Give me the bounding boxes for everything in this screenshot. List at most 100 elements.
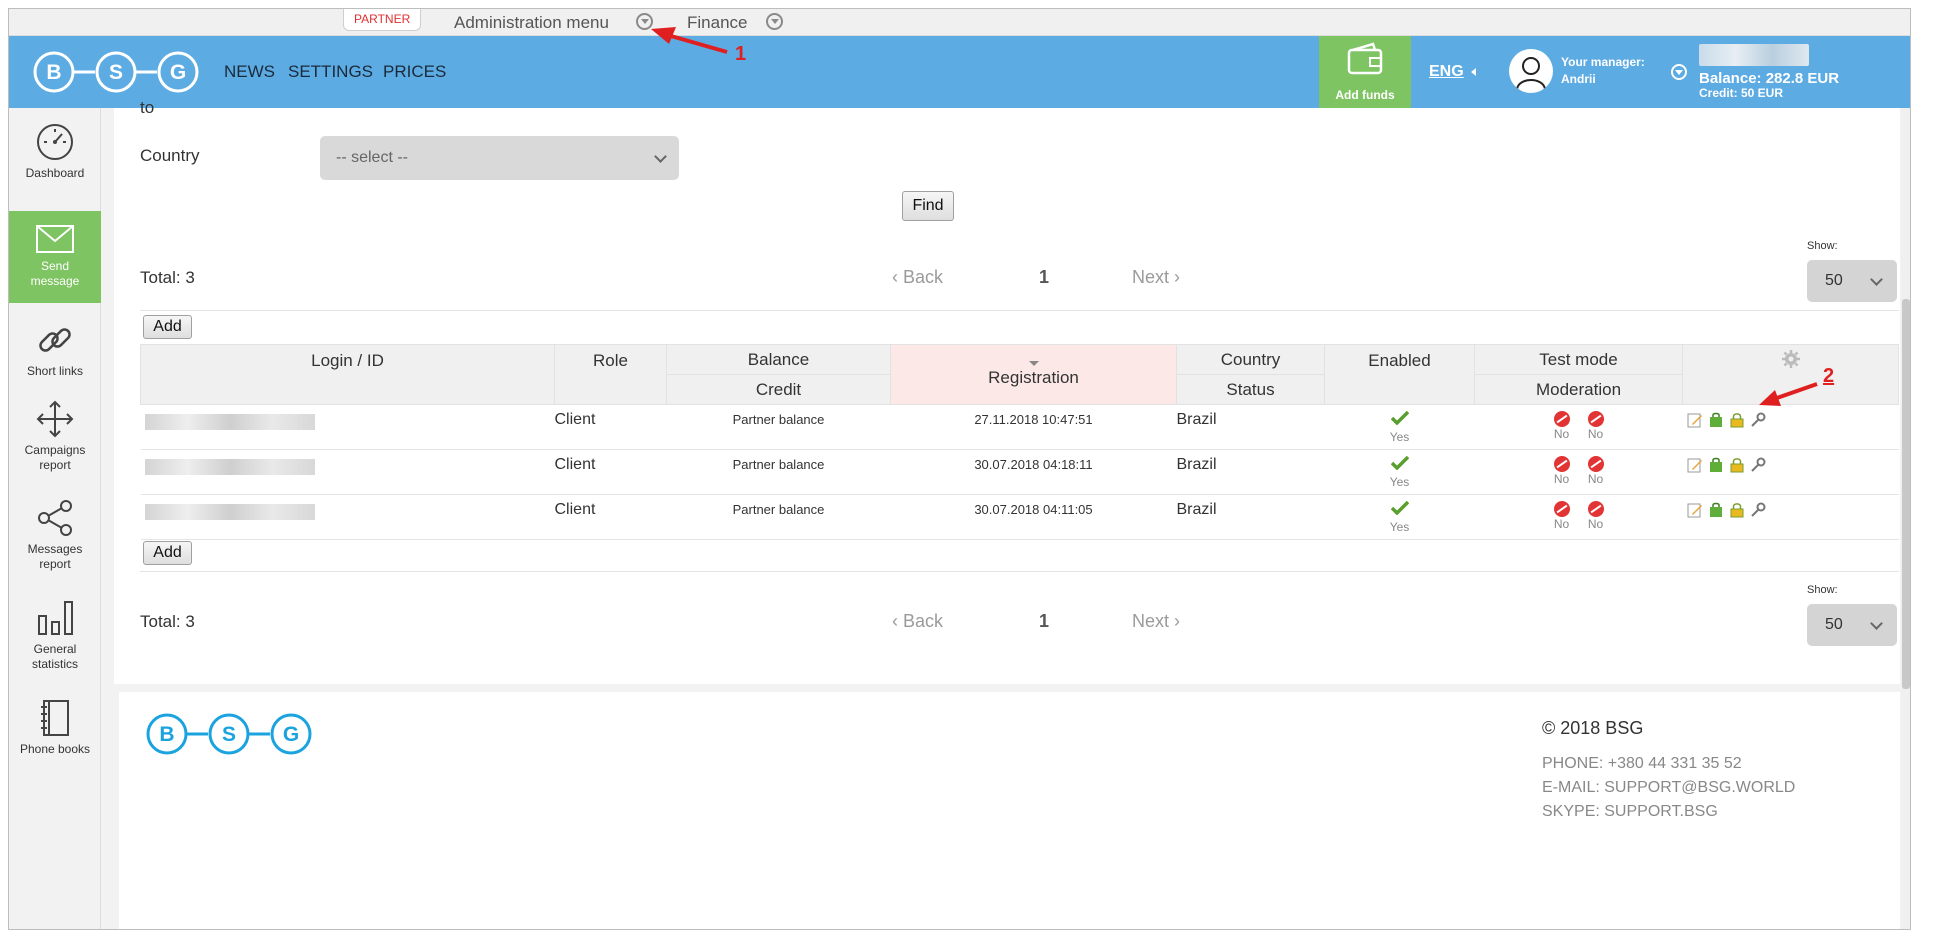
administration-menu-link[interactable]: Administration menu <box>454 9 609 36</box>
test-mode-flag[interactable]: No <box>1545 456 1579 486</box>
col-role[interactable]: Role <box>554 344 667 405</box>
edit-icon[interactable] <box>1687 502 1703 518</box>
chevron-down-icon[interactable] <box>766 13 783 30</box>
cell-test-mode[interactable]: No No <box>1474 449 1683 495</box>
shopping-bag-icon[interactable] <box>1708 502 1724 518</box>
lock-icon[interactable] <box>1729 502 1745 518</box>
pagination-current-page[interactable]: 1 <box>1039 267 1049 288</box>
enabled-value: Yes <box>1389 475 1410 489</box>
table-row[interactable]: Client Partner balance 30.07.2018 04:11:05… <box>140 494 1899 540</box>
check-icon <box>1390 455 1409 471</box>
bar-chart-icon <box>38 601 73 635</box>
moderation-flag[interactable]: No <box>1579 456 1613 486</box>
sidebar-item-campaigns-report[interactable]: Campaigns report <box>9 399 101 479</box>
cell-enabled[interactable]: Yes <box>1324 494 1475 540</box>
col-test-mode[interactable]: Test mode <box>1474 344 1683 375</box>
main-content: to Country -- select -- Find Total: 3 ‹ … <box>114 98 1900 684</box>
bsg-footer-logo[interactable]: B S G <box>146 712 316 756</box>
enabled-value: Yes <box>1389 430 1410 444</box>
key-icon[interactable] <box>1750 457 1766 473</box>
moderation-flag[interactable]: No <box>1579 411 1613 441</box>
nav-settings[interactable]: SETTINGS <box>288 36 373 108</box>
col-enabled[interactable]: Enabled <box>1324 344 1475 405</box>
bsg-logo[interactable]: B S G <box>33 50 203 94</box>
cell-login[interactable] <box>140 494 555 540</box>
shopping-bag-icon[interactable] <box>1708 457 1724 473</box>
footer: B S G © 2018 BSG PHONE: +380 44 331 35 5… <box>119 692 1900 929</box>
add-button-bottom[interactable]: Add <box>143 541 192 565</box>
col-country[interactable]: Country <box>1176 344 1325 375</box>
registration-value: 30.07.2018 04:18:11 <box>974 457 1093 472</box>
cell-test-mode[interactable]: No No <box>1474 494 1683 540</box>
sidebar-item-send-message[interactable]: Send message <box>9 211 101 303</box>
pagination-next[interactable]: Next › <box>1132 611 1180 632</box>
table-row[interactable]: Client Partner balance 27.11.2018 10:47:51… <box>140 404 1899 450</box>
role-value: Client <box>554 501 596 518</box>
nav-prices[interactable]: PRICES <box>383 36 446 108</box>
edit-icon[interactable] <box>1687 457 1703 473</box>
sidebar: Dashboard Send message Short links Campa… <box>9 108 101 929</box>
cell-registration: 27.11.2018 10:47:51 <box>890 404 1177 450</box>
col-credit[interactable]: Credit <box>666 374 891 405</box>
test-mode-value: No <box>1553 517 1570 531</box>
find-button[interactable]: Find <box>902 191 954 221</box>
cell-login[interactable] <box>140 404 555 450</box>
cell-enabled[interactable]: Yes <box>1324 449 1475 495</box>
sidebar-item-short-links[interactable]: Short links <box>9 320 101 390</box>
add-funds-button[interactable]: Add funds <box>1319 36 1411 108</box>
gear-icon[interactable] <box>1781 349 1801 369</box>
sidebar-item-dashboard[interactable]: Dashboard <box>9 122 101 192</box>
lock-icon[interactable] <box>1729 412 1745 428</box>
pagination-current-page[interactable]: 1 <box>1039 611 1049 632</box>
scrollbar-thumb[interactable] <box>1902 299 1910 689</box>
key-icon[interactable] <box>1750 412 1766 428</box>
finance-menu-link[interactable]: Finance <box>687 9 747 36</box>
footer-phone: PHONE: +380 44 331 35 52 <box>1542 755 1742 772</box>
page-size-select[interactable]: 50 <box>1807 604 1897 646</box>
avatar[interactable] <box>1509 49 1553 93</box>
test-mode-flag[interactable]: No <box>1545 411 1579 441</box>
balance-block[interactable]: Balance: 282.8 EUR Credit: 50 EUR <box>1699 44 1839 100</box>
key-icon[interactable] <box>1750 502 1766 518</box>
manager-info: Your manager: Andrii <box>1561 54 1645 88</box>
cell-login[interactable] <box>140 449 555 495</box>
logo-letter: B <box>46 61 61 84</box>
pagination-back[interactable]: ‹ Back <box>892 267 943 288</box>
role-value: Client <box>554 456 596 473</box>
page-size-select[interactable]: 50 <box>1807 260 1897 302</box>
pagination-back[interactable]: ‹ Back <box>892 611 943 632</box>
sidebar-item-general-statistics[interactable]: General statistics <box>9 598 101 678</box>
show-label: Show: <box>1807 584 1838 596</box>
col-balance[interactable]: Balance <box>666 344 891 375</box>
col-status[interactable]: Status <box>1176 374 1325 405</box>
divider <box>140 310 1899 311</box>
shopping-bag-icon[interactable] <box>1708 412 1724 428</box>
sidebar-item-label: Send message <box>30 259 80 288</box>
country-select[interactable]: -- select -- <box>320 136 679 180</box>
nav-news[interactable]: NEWS <box>224 36 275 108</box>
language-selector[interactable]: ENG <box>1429 36 1464 108</box>
col-registration[interactable]: Registration <box>890 344 1177 405</box>
check-icon <box>1390 500 1409 516</box>
copyright: © 2018 BSG <box>1542 718 1644 738</box>
chevron-down-icon[interactable] <box>636 13 653 30</box>
chevron-down-icon[interactable] <box>1671 64 1687 80</box>
sidebar-item-label: Dashboard <box>25 166 85 180</box>
caret-left-icon[interactable] <box>1471 68 1476 76</box>
lock-icon[interactable] <box>1729 457 1745 473</box>
moderation-flag[interactable]: No <box>1579 501 1613 531</box>
cell-enabled[interactable]: Yes <box>1324 404 1475 450</box>
pagination-next[interactable]: Next › <box>1132 267 1180 288</box>
edit-icon[interactable] <box>1687 412 1703 428</box>
table-row[interactable]: Client Partner balance 30.07.2018 04:18:11… <box>140 449 1899 495</box>
col-moderation[interactable]: Moderation <box>1474 374 1683 405</box>
sidebar-item-messages-report[interactable]: Messages report <box>9 498 101 578</box>
add-button-top[interactable]: Add <box>143 315 192 339</box>
sidebar-item-phone-books[interactable]: Phone books <box>9 698 101 768</box>
footer-email[interactable]: E-MAIL: SUPPORT@BSG.WORLD <box>1542 776 1795 800</box>
link-icon <box>39 328 71 352</box>
test-mode-flag[interactable]: No <box>1545 501 1579 531</box>
col-login[interactable]: Login / ID <box>140 344 555 405</box>
cell-test-mode[interactable]: No No <box>1474 404 1683 450</box>
sidebar-item-label: General statistics <box>31 642 78 671</box>
